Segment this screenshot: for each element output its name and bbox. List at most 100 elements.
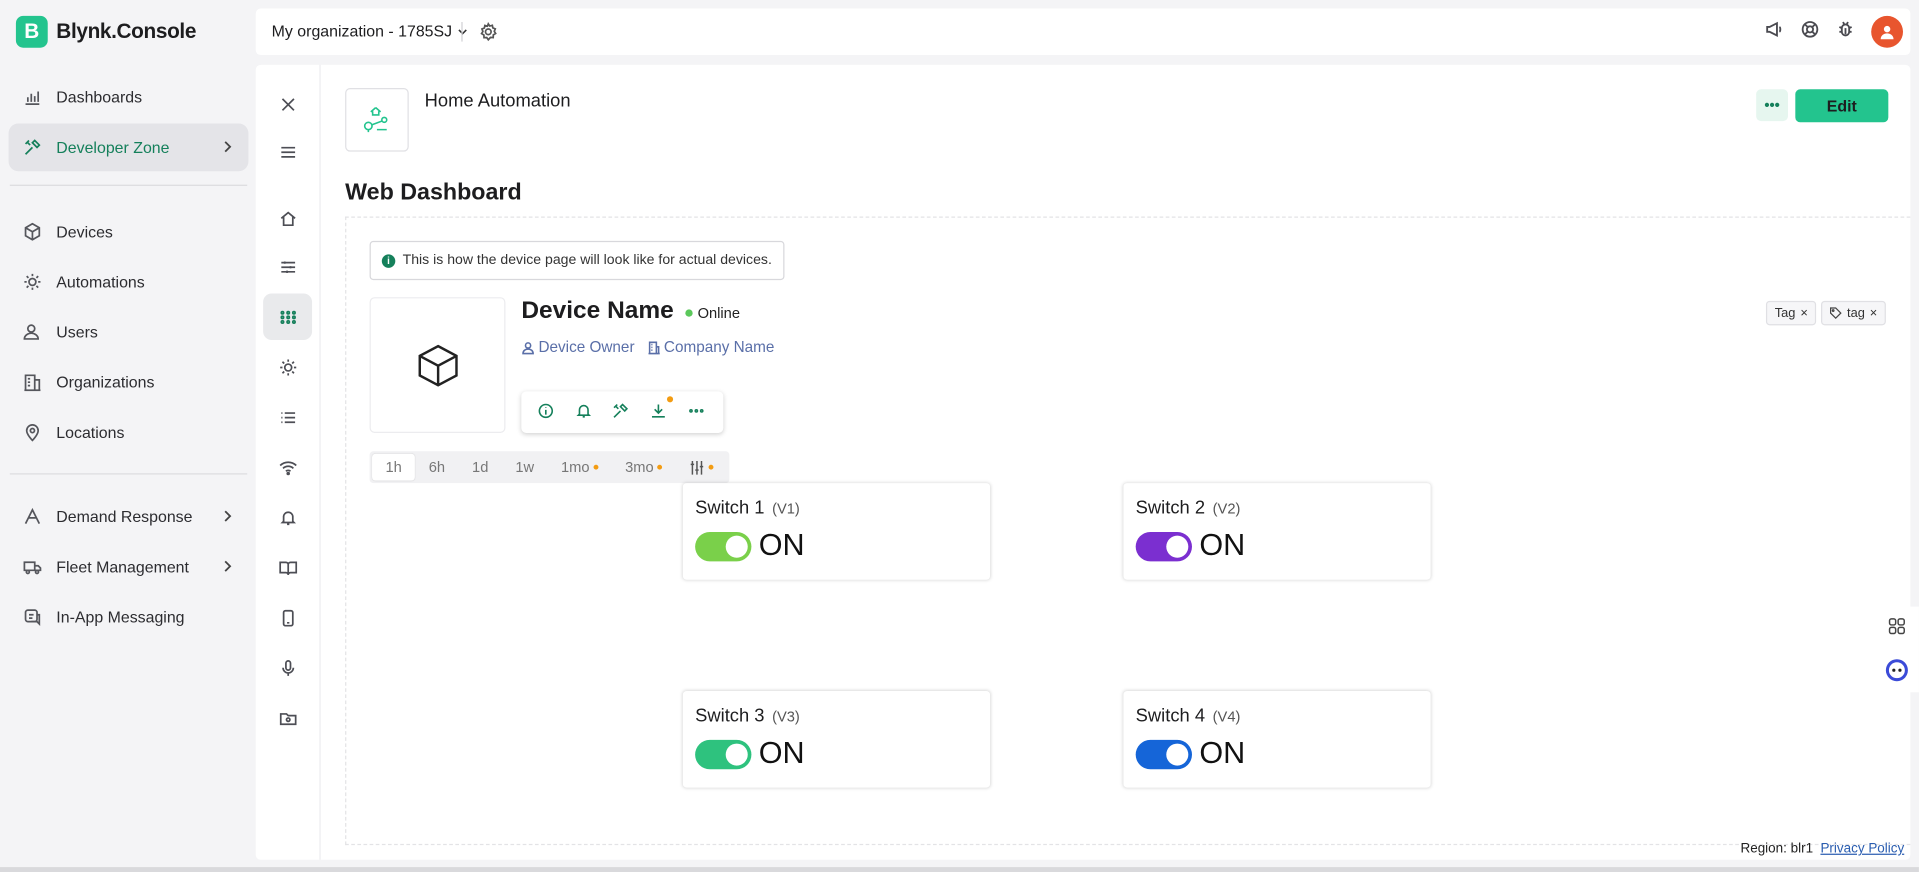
privacy-policy-link[interactable]: Privacy Policy: [1820, 841, 1904, 856]
top-icons: [1765, 15, 1904, 48]
switch-toggle[interactable]: [1135, 739, 1192, 770]
time-range-1w[interactable]: 1w: [502, 454, 548, 481]
sidebar-item-users[interactable]: Users: [9, 308, 249, 356]
help-icon[interactable]: [1800, 19, 1820, 45]
rail-assets[interactable]: [263, 695, 312, 741]
grid-dots-icon: [279, 310, 296, 324]
widget-title: Switch 4 (V4): [1135, 705, 1241, 727]
rail-voice[interactable]: [263, 645, 312, 691]
megaphone-icon[interactable]: [1765, 19, 1785, 45]
sidebar-item-label: Automations: [56, 272, 145, 292]
remove-tag-icon[interactable]: ×: [1800, 306, 1808, 321]
sidebar-item-label: Developer Zone: [56, 138, 170, 157]
sidebar-item-label: Locations: [56, 423, 125, 442]
message-icon: [24, 609, 41, 626]
divider: [9, 473, 248, 475]
floating-actions: [1874, 606, 1919, 693]
edit-button[interactable]: Edit: [1795, 89, 1889, 123]
download-icon[interactable]: [650, 396, 674, 422]
info-icon[interactable]: [538, 402, 558, 422]
main-panel: Home Automation ••• Edit Web Dashboard i…: [255, 64, 1911, 860]
sidebar-item-dashboards[interactable]: Dashboards: [9, 73, 249, 121]
close-button[interactable]: [263, 81, 312, 127]
apps-icon[interactable]: [1882, 612, 1911, 641]
time-range-6h[interactable]: 6h: [415, 454, 458, 481]
premium-dot: [708, 464, 714, 470]
time-range-selector: 1h 6h 1d 1w 1mo 3mo: [369, 451, 730, 484]
list-icon: [280, 411, 295, 423]
time-range-3mo[interactable]: 3mo: [612, 454, 676, 481]
custom-range-button[interactable]: [676, 454, 727, 481]
sidebar-item-demand-response[interactable]: Demand Response: [9, 493, 249, 541]
app-name: Blynk.Console: [56, 19, 197, 43]
switch-widget-2[interactable]: Switch 2 (V2) ON: [1123, 483, 1431, 580]
rail-events[interactable]: [263, 394, 312, 440]
sidebar: B Blynk.Console Dashboards Developer Zon…: [0, 0, 256, 872]
switch-toggle[interactable]: [695, 739, 752, 770]
widget-title: Switch 2 (V2): [1135, 497, 1241, 519]
widget-title: Switch 3 (V3): [695, 705, 800, 727]
template-image[interactable]: [345, 88, 409, 152]
device-actions-toolbar: [521, 391, 724, 433]
device-image[interactable]: [369, 297, 506, 433]
sidebar-item-in-app-messaging[interactable]: In-App Messaging: [9, 593, 249, 641]
location-pin-icon: [25, 424, 40, 442]
rail-mobile-dashboard[interactable]: [263, 594, 312, 640]
sidebar-item-automations[interactable]: Automations: [9, 258, 249, 306]
wifi-icon: [278, 460, 297, 475]
sidebar-item-label: Users: [56, 322, 98, 342]
time-range-1h[interactable]: 1h: [372, 453, 416, 481]
premium-dot: [657, 464, 663, 470]
chevron-right-icon: [219, 558, 236, 575]
gear-icon[interactable]: [479, 21, 499, 48]
organization-selector[interactable]: My organization - 1785SJ: [272, 22, 470, 40]
rail-automations[interactable]: [263, 344, 312, 390]
sidebar-item-fleet-management[interactable]: Fleet Management: [9, 543, 249, 591]
time-range-1mo[interactable]: 1mo: [548, 454, 612, 481]
rail-connectivity[interactable]: [263, 444, 312, 490]
switch-widget-3[interactable]: Switch 3 (V3) ON: [682, 690, 991, 788]
sidebar-item-devices[interactable]: Devices: [9, 208, 249, 256]
bug-icon[interactable]: [1836, 19, 1856, 45]
assistant-bot-icon[interactable]: [1882, 656, 1911, 685]
notification-dot: [667, 396, 674, 403]
rail-datastreams[interactable]: [263, 243, 312, 289]
sidebar-item-organizations[interactable]: Organizations: [9, 358, 249, 406]
company-name: Company Name: [663, 338, 775, 356]
switch-widget-1[interactable]: Switch 1 (V1) ON: [682, 483, 991, 580]
rail-documentation[interactable]: [263, 544, 312, 590]
tag-chip[interactable]: tag ×: [1821, 300, 1886, 326]
sidebar-item-developer-zone[interactable]: Developer Zone: [8, 123, 249, 172]
switch-widget-4[interactable]: Switch 4 (V4) ON: [1123, 690, 1431, 788]
more-icon[interactable]: [687, 402, 707, 422]
sidebar-item-label: Demand Response: [56, 507, 193, 526]
device-owner-link[interactable]: Device Owner: [521, 338, 635, 356]
device-name: Device Name: [521, 297, 674, 325]
sidebar-item-label: Devices: [56, 222, 113, 241]
tools-icon[interactable]: [612, 402, 632, 422]
company-link[interactable]: Company Name: [647, 338, 775, 356]
switch-state: ON: [1199, 736, 1246, 771]
more-button[interactable]: •••: [1756, 89, 1788, 122]
device-owner: Device Owner: [538, 338, 635, 356]
rail-web-dashboard[interactable]: [263, 293, 313, 340]
rail-home[interactable]: [263, 194, 312, 240]
switch-toggle[interactable]: [1135, 532, 1192, 562]
avatar[interactable]: [1871, 15, 1904, 48]
switch-toggle[interactable]: [695, 532, 752, 562]
info-note-text: This is how the device page will look li…: [402, 253, 772, 268]
user-icon: [522, 341, 534, 354]
remove-tag-icon[interactable]: ×: [1870, 306, 1878, 321]
sun-icon: [24, 273, 41, 290]
rail-notifications[interactable]: [263, 494, 312, 540]
tag-chip[interactable]: Tag ×: [1766, 300, 1817, 326]
toggle-knob: [725, 535, 748, 558]
sidebar-item-locations[interactable]: Locations: [9, 408, 249, 456]
bell-icon[interactable]: [575, 402, 595, 422]
app-logo[interactable]: B Blynk.Console: [15, 15, 197, 48]
menu-button[interactable]: [263, 128, 312, 174]
time-range-1d[interactable]: 1d: [459, 454, 502, 481]
device-status: Online: [697, 304, 741, 322]
template-name: Home Automation: [424, 90, 571, 112]
switch-state: ON: [1199, 528, 1246, 563]
